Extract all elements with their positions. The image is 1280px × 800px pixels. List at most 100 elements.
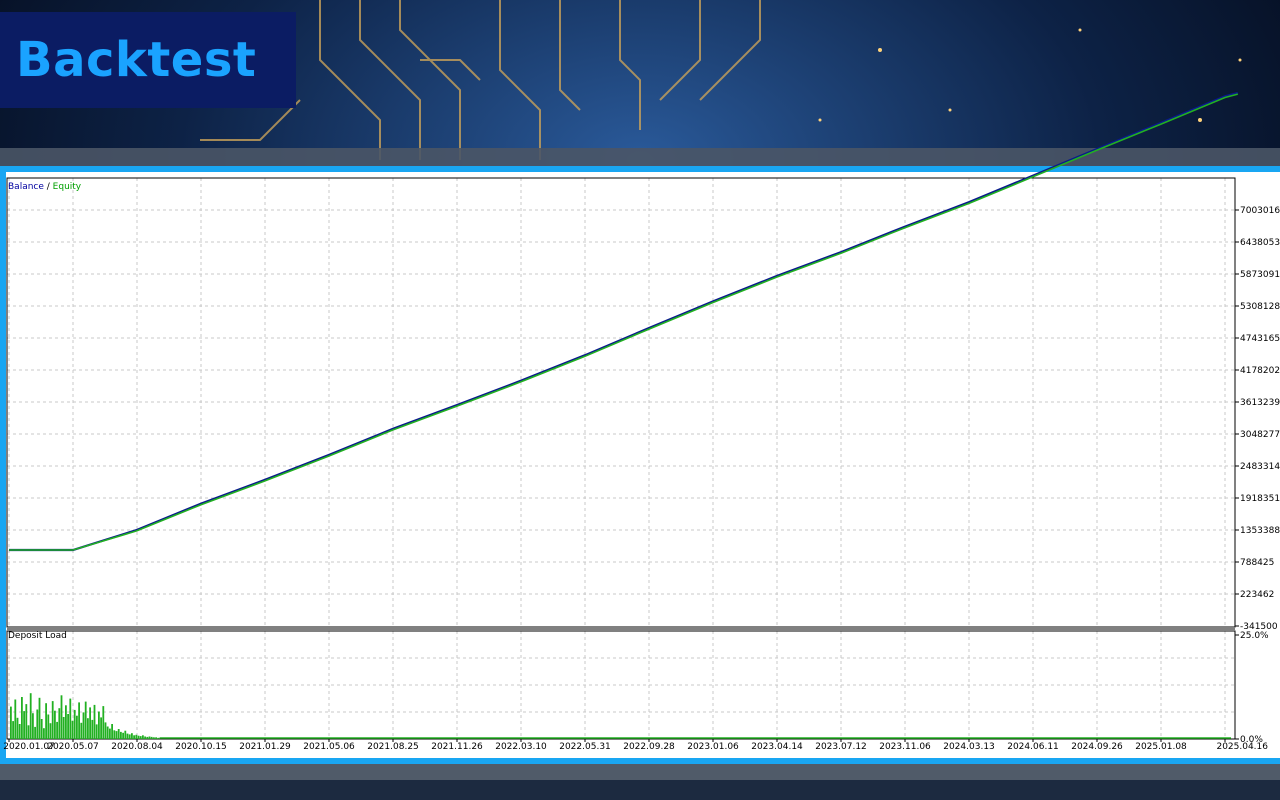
deposit-load-bar (43, 728, 45, 739)
deposit-load-bar (122, 732, 124, 739)
deposit-load-bar (91, 719, 94, 739)
balance-equity-lines (9, 91, 1239, 552)
deposit-load-bar (82, 712, 85, 739)
deposit-load-bar (58, 708, 61, 739)
deposit-load-bar (106, 726, 109, 739)
x-tick-label: 2022.05.31 (559, 742, 611, 752)
x-tick-label: 2020.05.07 (47, 742, 99, 752)
deposit-load-bar (153, 737, 155, 739)
deposit-load-bar (157, 737, 160, 739)
deposit-load-bar (120, 731, 122, 739)
deposit-load-bar (38, 697, 41, 739)
y-axis-sub: 25.0%0.0% (1235, 631, 1269, 745)
deposit-load-bar (80, 722, 83, 739)
deposit-load-bars (10, 693, 1231, 739)
deposit-load-bar (65, 705, 67, 739)
deposit-load-bar (78, 702, 80, 739)
deposit-load-bar (137, 735, 140, 739)
y-tick-label: 2483314 (1240, 462, 1280, 472)
deposit-load-bar (18, 724, 21, 739)
x-tick-label: 2023.11.06 (879, 742, 931, 752)
y-tick-label: 7003016 (1240, 206, 1280, 216)
deposit-load-bar (146, 736, 149, 739)
deposit-load-bar (73, 709, 76, 739)
y-tick-label: 4743165 (1240, 334, 1280, 344)
x-tick-label: 2024.09.26 (1071, 742, 1123, 752)
deposit-load-bar (12, 721, 14, 739)
deposit-load-bar (49, 723, 52, 739)
deposit-load-bar (45, 703, 47, 739)
y-tick-label-sub: 25.0% (1240, 631, 1269, 641)
sub-grid (7, 631, 1235, 739)
deposit-load-bar (89, 707, 91, 739)
y-tick-label: 4178202 (1240, 366, 1280, 376)
deposit-load-bar (34, 726, 36, 739)
y-tick-label: 5308128 (1240, 302, 1280, 312)
deposit-load-bar (142, 735, 144, 739)
deposit-load-bar (95, 724, 98, 739)
x-tick-label: 2021.11.26 (431, 742, 483, 752)
x-tick-label: 2023.07.12 (815, 742, 867, 752)
deposit-load-bar (32, 713, 34, 739)
deposit-load-bar (124, 730, 127, 739)
deposit-load-bar (148, 736, 151, 739)
x-tick-label: 2020.08.04 (111, 742, 163, 752)
deposit-load-bar (67, 714, 69, 739)
deposit-load-bar (14, 699, 17, 739)
deposit-load-bar (109, 728, 111, 739)
main-grid (7, 178, 1235, 627)
y-tick-label: 6438053 (1240, 238, 1280, 248)
deposit-load-bar (126, 733, 129, 739)
deposit-load-bar (84, 701, 87, 739)
deposit-load-bar (51, 701, 54, 739)
x-axis: 2020.01.072020.05.07 2020.08.04 2020.10.15… (3, 739, 1268, 752)
deposit-load-bar (135, 734, 138, 739)
deposit-load-bar (100, 717, 102, 739)
deposit-load-bar (131, 733, 133, 739)
x-tick-label: 2024.06.11 (1007, 742, 1059, 752)
deposit-load-bar (25, 704, 28, 739)
deposit-load-bar (144, 736, 146, 739)
deposit-load-bar (54, 710, 56, 739)
deposit-load-bar (87, 718, 89, 739)
y-tick-label: 3048277 (1240, 430, 1280, 440)
x-tick-label: 2025.01.08 (1135, 742, 1187, 752)
deposit-load-bar (56, 721, 58, 739)
deposit-load-bar (60, 695, 63, 739)
deposit-load-bar (10, 706, 12, 739)
legend-balance: Balance (8, 182, 44, 192)
deposit-load-bar (155, 737, 157, 739)
deposit-load-bar (150, 736, 153, 739)
equity-line (9, 93, 1239, 551)
x-tick-label: 2020.10.15 (175, 742, 227, 752)
y-tick-label: 1353388 (1240, 526, 1280, 536)
x-tick-label: 2021.01.29 (239, 742, 291, 752)
y-tick-label: 1918351 (1240, 494, 1280, 504)
deposit-load-bar (102, 706, 105, 739)
y-axis-main: 7003016 6438053 5873091 5308128 4743165 41782… (1235, 206, 1280, 632)
deposit-load-bar (29, 693, 32, 739)
deposit-load-bar (113, 730, 116, 739)
deposit-load-bar (69, 698, 72, 739)
deposit-load-label: Deposit Load (8, 631, 67, 641)
x-tick-label: 2021.08.25 (367, 742, 419, 752)
deposit-load-bar (139, 736, 142, 739)
deposit-load-bar (98, 711, 100, 739)
deposit-load-bar (93, 704, 96, 739)
x-tick-label: 2022.09.28 (623, 742, 675, 752)
y-tick-label: 3613239 (1240, 398, 1280, 408)
x-tick-label: 2024.03.13 (943, 742, 995, 752)
y-tick-label: 223462 (1240, 590, 1274, 600)
deposit-load-bar (47, 714, 50, 739)
deposit-load-bar (40, 719, 43, 739)
deposit-load-bar (27, 725, 30, 739)
deposit-load-bar (111, 724, 113, 739)
deposit-load-bar (117, 729, 120, 739)
x-tick-label: 2021.05.06 (303, 742, 355, 752)
deposit-load-bar (16, 717, 19, 739)
deposit-load-bar (36, 709, 39, 739)
deposit-load-bar (133, 735, 135, 739)
deposit-load-bar (21, 697, 23, 739)
legend-separator: / (43, 182, 53, 192)
backtest-chart: 7003016 6438053 5873091 5308128 4743165 41782… (3, 91, 1280, 752)
